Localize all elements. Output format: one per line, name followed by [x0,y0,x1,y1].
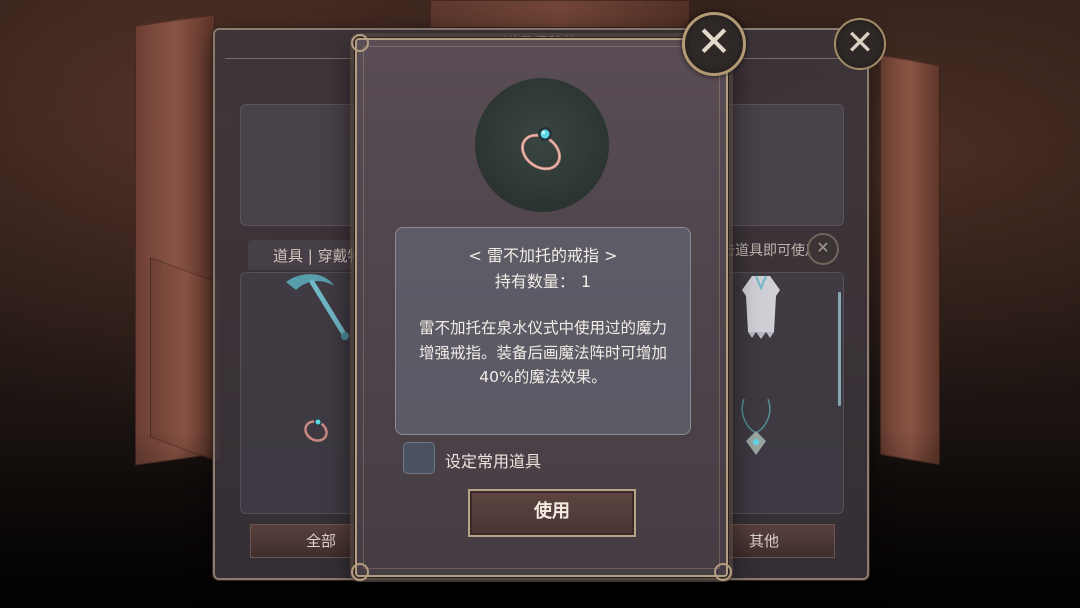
ring-icon [520,127,562,171]
frame-ornament [351,34,369,52]
item-detail-dialog: < 雷不加托的戒指 > 持有数量： 1 雷不加托在泉水仪式中使用过的魔力增强戒指。… [351,34,732,581]
item-description: 雷不加托在泉水仪式中使用过的魔力增强戒指。装备后画魔法阵时可增加40%的魔法效果… [418,319,667,386]
use-button[interactable]: 使用 [468,489,636,537]
item-count: 持有数量： 1 [396,268,690,292]
frame-ornament [351,563,369,581]
tab-items-wearables[interactable]: 道具 | 穿戴物 [273,245,363,266]
hint-close-icon[interactable]: ✕ [807,233,839,265]
close-x-icon: ✕ [696,17,732,66]
count-label: 持有数量： [494,272,575,291]
item-info-box: < 雷不加托的戒指 > 持有数量： 1 雷不加托在泉水仪式中使用过的魔力增强戒指。… [395,227,691,435]
favorite-checkbox-label[interactable]: 设定常用道具 [445,448,541,472]
amulet-item-icon[interactable] [736,395,776,457]
ring-item-icon[interactable] [298,410,334,446]
item-list-scrollbar[interactable] [838,292,841,406]
favorite-checkbox[interactable] [403,442,435,474]
wooden-wall-right [880,54,940,466]
frame-ornament [714,563,732,581]
item-name: < 雷不加托的戒指 > [468,246,618,265]
robe-item-icon[interactable] [736,272,786,342]
dialog-close-button[interactable]: ✕ [682,12,746,76]
close-x-icon: ✕ [845,23,875,63]
item-preview [475,78,609,212]
count-value: 1 [580,272,592,291]
wooden-shelf-top [430,0,690,30]
scythe-item-icon[interactable] [282,268,352,342]
inventory-close-button[interactable]: ✕ [834,18,886,70]
